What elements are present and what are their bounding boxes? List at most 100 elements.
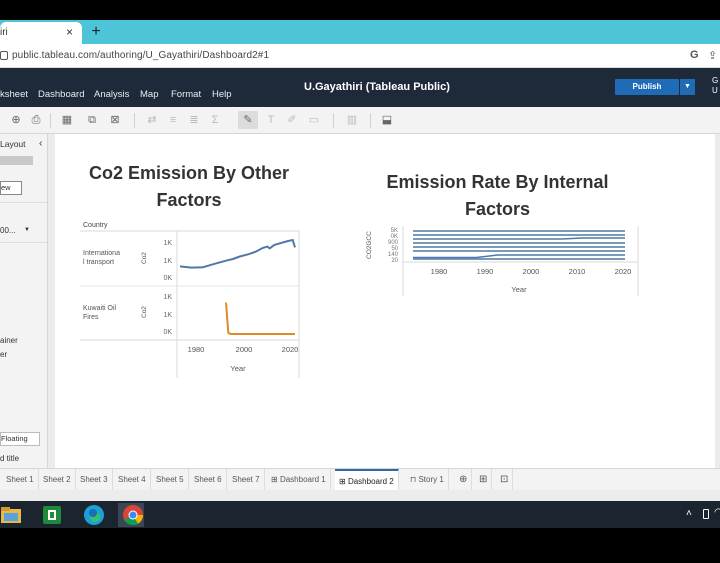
pane-divider <box>0 202 47 203</box>
series-line[interactable] <box>225 302 295 335</box>
share-icon[interactable]: ⇪ <box>708 49 717 62</box>
spreadsheet-app-icon[interactable] <box>40 503 66 527</box>
sort-asc-icon[interactable]: ≡ <box>166 113 180 127</box>
totals-icon[interactable]: Σ <box>208 113 222 127</box>
screen: iri × + public.tableau.com/authoring/U_G… <box>0 0 720 563</box>
user-initial-1: G <box>712 76 719 85</box>
xtick-2020: 2020 <box>615 267 632 276</box>
clear-sheet-icon[interactable]: ⊠ <box>108 113 122 127</box>
layout-tab[interactable]: Layout <box>0 139 26 149</box>
windows-taskbar: ˄ ◠ <box>0 501 720 528</box>
sheet-tab-4[interactable]: Sheet 4 <box>114 469 151 490</box>
series-kuwaiti-oil-fires[interactable] <box>225 302 295 335</box>
ytick-1k: 1K <box>163 312 172 319</box>
new-tab-button[interactable]: + <box>88 22 104 42</box>
swap-icon[interactable]: ⇄ <box>145 113 159 127</box>
sheet-tab-dashboard-1[interactable]: ⊞ Dashboard 1 <box>267 469 331 490</box>
ylabel-co2-1: Co2 <box>141 252 148 264</box>
duplicate-sheet-icon[interactable]: ⧉ <box>85 113 99 127</box>
xtick-1980: 1980 <box>188 345 205 354</box>
sheet-tab-5[interactable]: Sheet 5 <box>152 469 189 490</box>
device-preview-bar <box>0 156 33 165</box>
sheet-tab-label: Dashboard 2 <box>347 477 394 486</box>
container-item-vertical[interactable]: er <box>0 350 7 359</box>
menu-map[interactable]: Map <box>140 89 158 100</box>
tray-chevron-up-icon[interactable]: ˄ <box>686 508 692 519</box>
toolbar-divider <box>370 113 371 128</box>
show-me-icon[interactable]: ▥ <box>345 113 359 127</box>
series-line[interactable] <box>179 238 296 269</box>
save-icon[interactable]: ⎙ <box>29 113 43 127</box>
menu-worksheet[interactable]: ksheet <box>0 89 28 100</box>
collapse-icon[interactable]: ‹ <box>39 138 42 149</box>
close-icon[interactable]: × <box>66 25 73 39</box>
sheet-tab-label: Story 1 <box>418 475 444 484</box>
chart-emission-rate-internal[interactable]: CO2GCC 5K 0K 900 50 140 20 1980 1990 200… <box>355 224 645 302</box>
panel-label-international-line2: l transport <box>83 259 114 266</box>
sheet-tab-6[interactable]: Sheet 6 <box>190 469 227 490</box>
sort-desc-icon[interactable]: ≣ <box>187 113 201 127</box>
chart-co2-other-factors[interactable]: Country Internationa l transport Co2 1K … <box>80 218 302 378</box>
highlight-icon[interactable]: ✎ <box>241 113 255 127</box>
xtick-2000: 2000 <box>523 267 540 276</box>
publish-dropdown-icon[interactable]: ▼ <box>680 79 695 95</box>
xtick-2010: 2010 <box>569 267 586 276</box>
sheet-tab-story-1[interactable]: ⊓ Story 1 <box>406 469 449 490</box>
xtick-2020: 2020 <box>282 345 299 354</box>
presentation-icon[interactable]: ⬓ <box>380 113 394 127</box>
sheet-tab-2[interactable]: Sheet 2 <box>39 469 76 490</box>
new-dashboard-icon[interactable]: ⊞ <box>475 469 493 490</box>
series-international-transport[interactable] <box>179 238 296 269</box>
battery-icon[interactable] <box>703 509 709 519</box>
ytick: 20 <box>391 258 398 264</box>
container-item-horizontal[interactable]: ainer <box>0 336 18 345</box>
sheet-tab-7[interactable]: Sheet 7 <box>228 469 265 490</box>
series-internal-factors[interactable] <box>413 230 625 260</box>
device-preview-button[interactable]: ew <box>0 181 22 195</box>
chart-title-left: Co2 Emission By Other Factors <box>71 160 307 214</box>
new-sheet-icon[interactable]: ▦ <box>60 113 74 127</box>
chart-title-right: Emission Rate By Internal Factors <box>365 169 630 223</box>
sheet-tab-1[interactable]: Sheet 1 <box>2 469 39 490</box>
chrome-icon[interactable] <box>118 503 144 527</box>
browser-tab[interactable]: iri × <box>0 22 82 44</box>
ytick-1k: 1K <box>163 258 172 265</box>
network-icon[interactable]: ◠ <box>714 507 720 518</box>
file-explorer-icon[interactable] <box>0 503 26 527</box>
text-icon[interactable]: T <box>264 113 278 127</box>
series-line[interactable] <box>413 254 625 259</box>
google-icon[interactable]: G <box>690 49 699 61</box>
new-data-source-icon[interactable]: ⊕ <box>9 113 23 127</box>
row-header-country: Country <box>83 222 108 229</box>
menu-analysis[interactable]: Analysis <box>94 89 129 100</box>
ylabel-co2gcc: CO2GCC <box>366 231 373 259</box>
url-text[interactable]: public.tableau.com/authoring/U_Gayathiri… <box>12 50 269 61</box>
size-value[interactable]: 00... <box>0 226 16 235</box>
ytick-1k: 1K <box>163 240 172 247</box>
app-title: U.Gayathiri (Tableau Public) <box>304 81 450 93</box>
user-menu[interactable]: G U <box>712 76 718 96</box>
new-worksheet-icon[interactable]: ⊕ <box>455 469 473 490</box>
annotate-icon[interactable]: ✐ <box>285 113 299 127</box>
chevron-down-icon[interactable]: ▼ <box>24 227 30 233</box>
edge-icon[interactable] <box>82 503 108 527</box>
show-title-checkbox[interactable]: d title <box>0 454 19 463</box>
chart-title-right-line2: Factors <box>464 199 531 219</box>
series-line[interactable] <box>413 237 625 240</box>
browser-tab-strip: iri × + <box>0 20 720 44</box>
user-initial-2: U <box>712 86 718 95</box>
menu-help[interactable]: Help <box>212 89 232 100</box>
address-bar[interactable]: public.tableau.com/authoring/U_Gayathiri… <box>0 44 720 68</box>
sheet-tab-dashboard-2[interactable]: ⊞ Dashboard 2 <box>335 469 399 490</box>
floating-toggle[interactable]: Floating <box>0 432 40 446</box>
chart-title-right-line1: Emission Rate By Internal <box>386 172 609 192</box>
new-story-icon[interactable]: ⊡ <box>496 469 514 490</box>
sheet-tab-3[interactable]: Sheet 3 <box>76 469 113 490</box>
dashboard-icon: ⊞ <box>339 477 348 486</box>
fit-icon[interactable]: ▭ <box>307 113 321 127</box>
publish-button[interactable]: Publish <box>615 79 679 95</box>
menu-format[interactable]: Format <box>171 89 201 100</box>
toolbar: ⊕ ⎙ ▦ ⧉ ⊠ ⇄ ≡ ≣ Σ ✎ T ✐ ▭ ▥ ⬓ <box>0 107 720 134</box>
top-bezel <box>0 0 720 20</box>
menu-dashboard[interactable]: Dashboard <box>38 89 84 100</box>
